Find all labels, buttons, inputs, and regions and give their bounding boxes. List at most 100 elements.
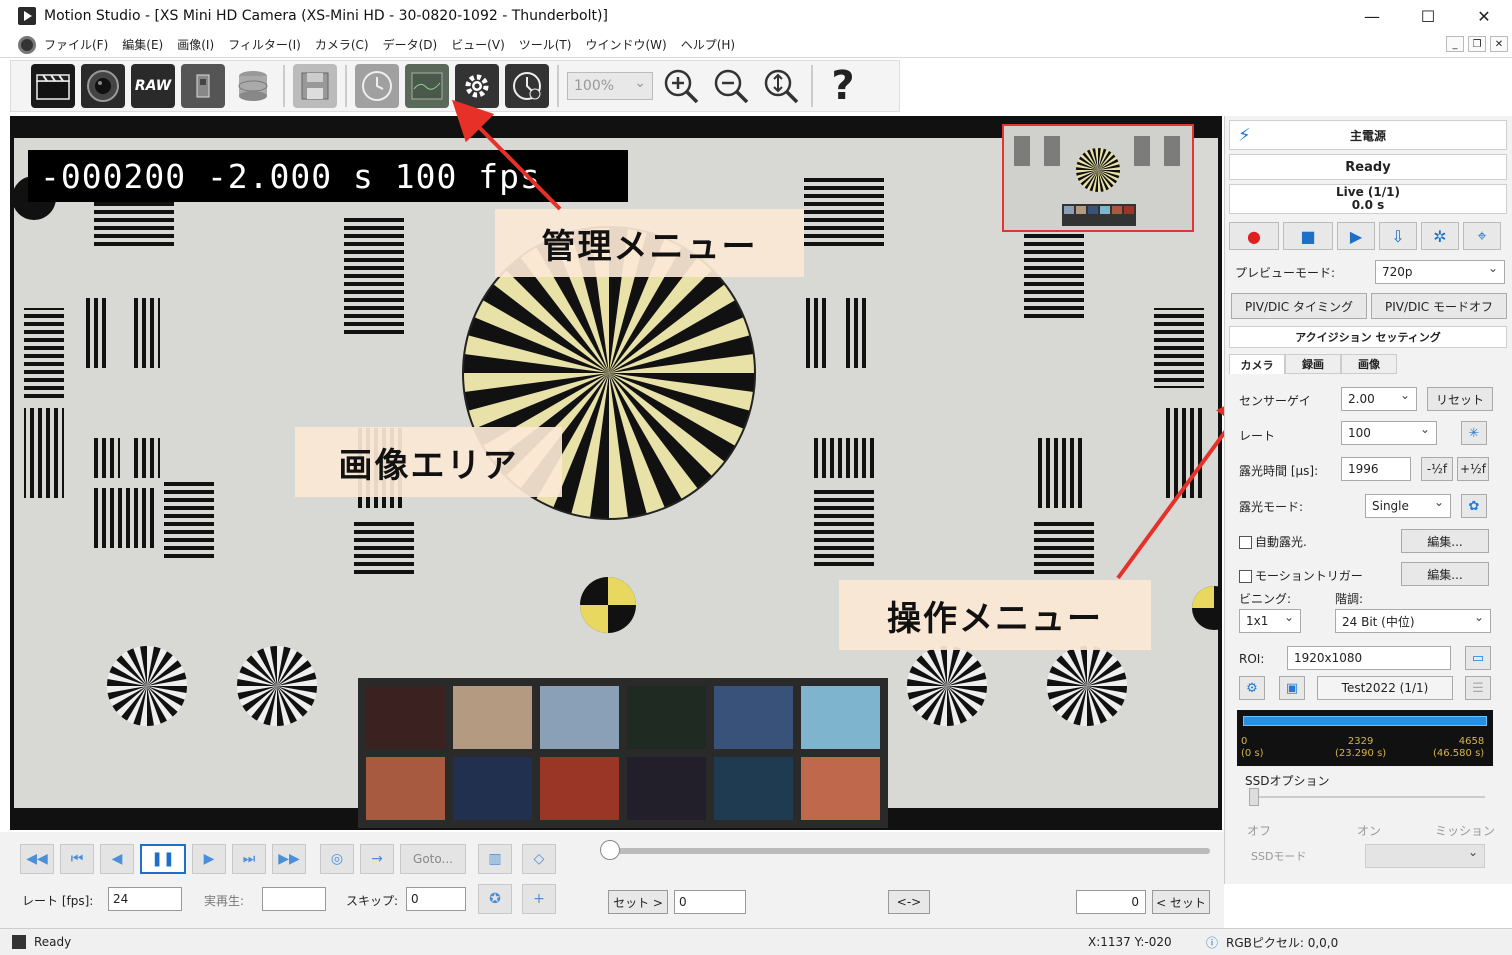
stop-button[interactable]: ■ — [1283, 222, 1333, 250]
help-button[interactable]: ? — [821, 63, 865, 109]
preview-mode-select[interactable]: 720p — [1375, 260, 1505, 284]
close-button[interactable]: ✕ — [1456, 0, 1512, 32]
menu-view[interactable]: ビュー(V) — [451, 36, 505, 53]
settings-gear-icon[interactable] — [455, 64, 499, 108]
bit-depth-select[interactable]: 24 Bit (中位) — [1335, 609, 1491, 633]
menu-image[interactable]: 画像(I) — [177, 36, 214, 53]
sensor-gain-select[interactable]: 2.00 — [1341, 387, 1417, 411]
acquisition-settings-header: アクイジション セッティング — [1229, 326, 1507, 348]
ssd-options-label: SSDオプション — [1245, 774, 1330, 788]
storage-icon[interactable]: ▣ — [1279, 676, 1305, 700]
menu-bar: ファイル(F) 編集(E) 画像(I) フィルター(I) カメラ(C) データ(… — [0, 32, 1512, 58]
memory-timeline[interactable]: 0 (0 s) 2329 (23.290 s) 4658 (46.580 s) — [1237, 710, 1493, 766]
step-arrow-icon[interactable]: → — [360, 844, 394, 874]
motion-trigger-edit-button[interactable]: 編集... — [1401, 562, 1489, 586]
play-reverse-button[interactable]: ◀ — [100, 844, 134, 874]
auto-exposure-edit-button[interactable]: 編集... — [1401, 529, 1489, 553]
record-button[interactable]: ● — [1229, 222, 1279, 250]
half-frame-plus-button[interactable]: +½f — [1457, 457, 1489, 481]
menu-camera[interactable]: カメラ(C) — [315, 36, 369, 53]
timer-settings-icon[interactable] — [505, 64, 549, 108]
piv-timing-button[interactable]: PIV/DIC タイミング — [1231, 293, 1367, 319]
exposure-mode-select[interactable]: Single — [1365, 494, 1451, 518]
swap-range-button[interactable]: <-> — [888, 890, 930, 914]
start-frame-input[interactable]: 0 — [674, 890, 746, 914]
list-icon[interactable]: ☰ — [1465, 676, 1491, 700]
menu-help[interactable]: ヘルプ(H) — [681, 36, 735, 53]
set-start-button[interactable]: セット > — [608, 890, 668, 914]
location-pin-button[interactable]: ⌖ — [1463, 222, 1501, 250]
zoom-heart-icon[interactable]: ✪ — [478, 884, 512, 914]
frame-slider-track[interactable] — [610, 848, 1210, 854]
menu-tools[interactable]: ツール(T) — [519, 36, 572, 53]
spinner-button[interactable]: ✲ — [1421, 222, 1459, 250]
playback-rate-select[interactable]: 24 — [108, 887, 182, 911]
minimize-button[interactable]: — — [1344, 0, 1400, 32]
toolbar-separator — [557, 65, 559, 107]
scope-display-icon[interactable] — [405, 64, 449, 108]
go-to-end-button[interactable]: ⏭ — [232, 844, 266, 874]
ssd-mode-select[interactable] — [1365, 844, 1485, 868]
clapperboard-icon[interactable] — [31, 64, 75, 108]
auto-exposure-checkbox[interactable]: 自動露光. — [1239, 533, 1307, 550]
menu-data[interactable]: データ(D) — [383, 36, 438, 53]
set-end-button[interactable]: < セット — [1152, 890, 1210, 914]
zoom-in-icon[interactable] — [659, 64, 703, 108]
navigator-thumbnail[interactable] — [1002, 124, 1194, 232]
operation-panel: ⚡ 主電源 Ready Live (1/1) 0.0 s ● ■ ▶ ⇩ ✲ ⌖… — [1224, 116, 1512, 884]
ssd-off-label: オフ — [1247, 824, 1272, 838]
raw-button[interactable]: RAW — [131, 64, 175, 108]
database-icon[interactable] — [231, 64, 275, 108]
menu-edit[interactable]: 編集(E) — [122, 36, 163, 53]
frame-slider-thumb[interactable] — [600, 840, 620, 860]
piv-mode-button[interactable]: PIV/DIC モードオフ — [1371, 293, 1507, 319]
tab-record[interactable]: 録画 — [1285, 354, 1341, 374]
zoom-fit-icon[interactable] — [759, 64, 803, 108]
ssd-slider-thumb[interactable] — [1249, 788, 1259, 806]
goto-button[interactable]: Goto... — [400, 844, 466, 874]
fast-rewind-button[interactable]: ◀◀ — [20, 844, 54, 874]
rate-select[interactable]: 100 — [1341, 421, 1437, 445]
gear-icon[interactable]: ⚙ — [1239, 676, 1265, 700]
loop-icon[interactable]: ◎ — [320, 844, 354, 874]
menu-filter[interactable]: フィルター(I) — [228, 36, 301, 53]
exposure-time-input[interactable]: 1996 — [1341, 457, 1411, 481]
binning-select[interactable]: 1x1 — [1239, 609, 1301, 633]
tab-image[interactable]: 画像 — [1341, 354, 1397, 374]
tab-camera[interactable]: カメラ — [1229, 354, 1285, 374]
menu-window[interactable]: ウインドウ(W) — [585, 36, 666, 53]
motion-trigger-checkbox[interactable]: モーショントリガー — [1239, 567, 1363, 584]
maximize-button[interactable]: ☐ — [1400, 0, 1456, 32]
camera-lens-icon[interactable] — [81, 64, 125, 108]
zoom-out-icon[interactable] — [709, 64, 753, 108]
skip-stepper[interactable]: 0 — [406, 887, 466, 911]
rate-settings-icon[interactable]: ✳ — [1461, 421, 1487, 445]
pause-button[interactable]: ❚❚ — [140, 844, 186, 874]
window-title: Motion Studio - [XS Mini HD Camera (XS-M… — [44, 8, 608, 24]
roi-select-icon[interactable]: ▭ — [1465, 646, 1491, 670]
go-to-start-button[interactable]: ⏮ — [60, 844, 94, 874]
histogram-icon[interactable]: ▥ — [478, 844, 512, 874]
session-name[interactable]: Test2022 (1/1) — [1317, 676, 1453, 700]
play-forward-button[interactable]: ▶ — [192, 844, 226, 874]
fast-forward-button[interactable]: ▶▶ — [272, 844, 306, 874]
mdi-restore-button[interactable]: ❐ — [1468, 36, 1486, 52]
clock-icon[interactable] — [355, 64, 399, 108]
mdi-close-button[interactable]: ✕ — [1490, 36, 1508, 52]
play-button[interactable]: ▶ — [1337, 222, 1375, 250]
menu-file[interactable]: ファイル(F) — [44, 36, 108, 53]
eraser-icon[interactable]: ◇ — [522, 844, 556, 874]
save-disk-icon[interactable] — [293, 64, 337, 108]
add-marker-button[interactable]: + — [522, 884, 556, 914]
mdi-minimize-button[interactable]: _ — [1446, 36, 1464, 52]
roi-input[interactable]: 1920x1080 — [1287, 646, 1451, 670]
trigger-button[interactable]: ⇩ — [1379, 222, 1417, 250]
end-frame-input[interactable]: 0 — [1076, 890, 1146, 914]
realtime-input[interactable] — [262, 887, 326, 911]
usb-drive-icon[interactable] — [181, 64, 225, 108]
half-frame-minus-button[interactable]: -½f — [1421, 457, 1453, 481]
exposure-mode-settings-icon[interactable]: ✿ — [1461, 494, 1487, 518]
zoom-level-select[interactable]: 100% — [567, 72, 653, 100]
reset-button[interactable]: リセット — [1427, 387, 1493, 411]
power-row[interactable]: ⚡ 主電源 — [1229, 120, 1507, 150]
